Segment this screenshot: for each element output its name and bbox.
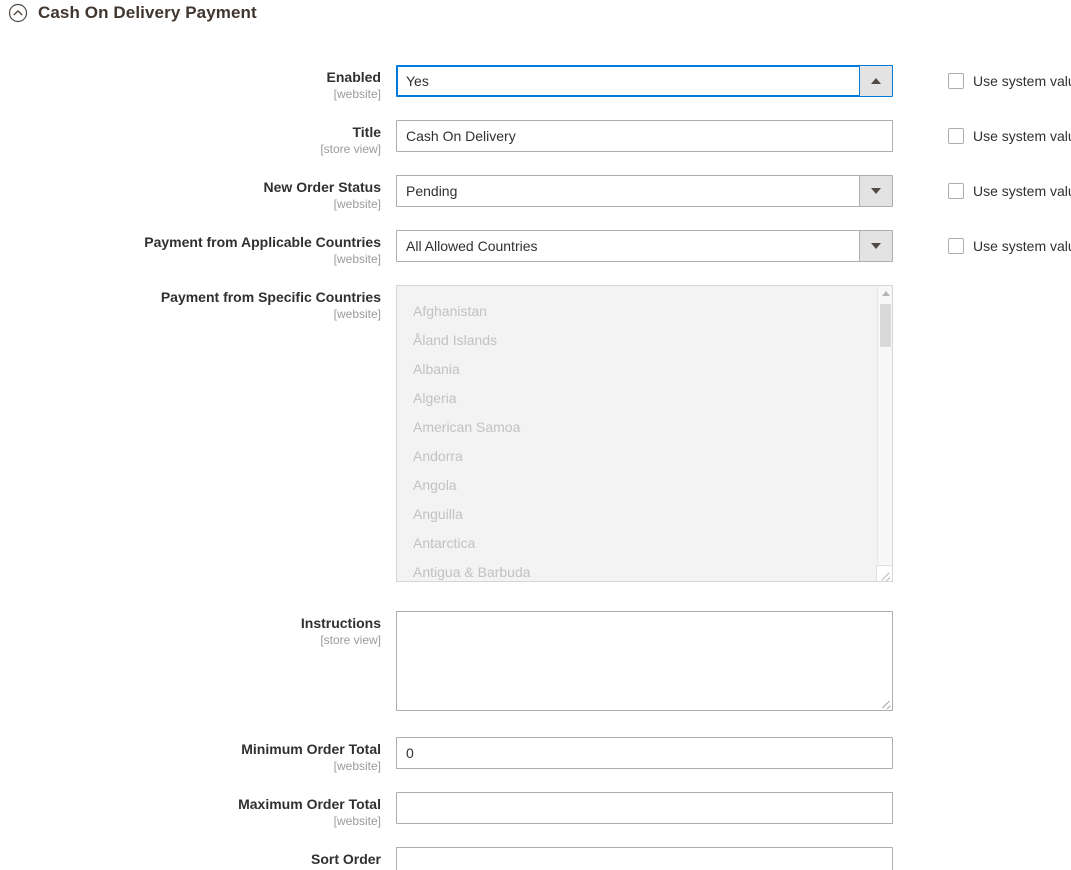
field-row-new-order-status: New Order Status [website] Pending [0,175,1071,212]
field-label-enabled: Enabled [website] [0,65,396,102]
field-row-applicable-countries: Payment from Applicable Countries [websi… [0,230,1071,267]
field-control-sort-order [396,847,893,870]
sort-order-input[interactable] [396,847,893,870]
specific-countries-multiselect[interactable]: Afghanistan Åland Islands Albania Algeria Am… [396,285,893,582]
field-control-enabled: Yes [396,65,893,97]
use-system-value-label: Use system value [973,73,1071,89]
field-label-sort-order: Sort Order [website] [0,847,396,870]
field-row-enabled: Enabled [website] Yes [0,65,1071,102]
use-system-value-label: Use system value [973,128,1071,144]
multiselect-option[interactable]: Åland Islands [397,326,879,355]
new-order-status-select-value: Pending [406,183,458,199]
use-system-value-enabled[interactable]: Use system value [948,73,1071,89]
scrollbar-up-arrow-icon[interactable] [878,286,892,301]
field-scope-text: [website] [333,87,381,101]
field-scope-text: [website] [333,252,381,266]
field-label-applicable-countries: Payment from Applicable Countries [websi… [0,230,396,267]
field-label-text: Title [352,124,381,140]
specific-countries-option-list: Afghanistan Åland Islands Albania Algeria Am… [397,286,879,581]
use-system-value-checkbox[interactable] [948,238,964,254]
scrollbar-thumb[interactable] [880,304,891,347]
field-scope-text: [website] [333,307,381,321]
field-label-text: Minimum Order Total [241,741,381,757]
field-control-maximum-order-total [396,792,893,824]
field-label-maximum-order-total: Maximum Order Total [website] [0,792,396,829]
chevron-down-icon [871,188,881,194]
use-system-value-checkbox[interactable] [948,183,964,199]
applicable-countries-select-value: All Allowed Countries [406,238,538,254]
use-system-value-applicable-countries[interactable]: Use system value [948,238,1071,254]
field-scope-text: [website] [333,759,381,773]
use-system-value-checkbox[interactable] [948,73,964,89]
field-row-instructions: Instructions [store view] [0,611,1071,711]
field-scope-text: [store view] [320,633,381,647]
new-order-status-select[interactable]: Pending [396,175,893,207]
field-label-specific-countries: Payment from Specific Countries [website… [0,285,396,322]
field-control-specific-countries: Afghanistan Åland Islands Albania Algeria Am… [396,285,893,582]
multiselect-option[interactable]: Antigua & Barbuda [397,558,879,581]
enabled-select-toggle[interactable] [859,66,892,96]
multiselect-option[interactable]: Andorra [397,442,879,471]
field-control-new-order-status: Pending [396,175,893,207]
multiselect-option[interactable]: Afghanistan [397,297,879,326]
applicable-countries-select-toggle[interactable] [859,231,892,261]
field-label-instructions: Instructions [store view] [0,611,396,648]
field-row-specific-countries: Payment from Specific Countries [website… [0,285,1071,582]
cash-on-delivery-payment-config-page: Cash On Delivery Payment Enabled [websit… [0,0,1071,870]
multiselect-option[interactable]: Anguilla [397,500,879,529]
title-input[interactable] [396,120,893,152]
maximum-order-total-input[interactable] [396,792,893,824]
field-control-applicable-countries: All Allowed Countries [396,230,893,262]
multiselect-option[interactable]: Angola [397,471,879,500]
use-system-value-title[interactable]: Use system value [948,128,1071,144]
enabled-select[interactable]: Yes [396,65,893,97]
use-system-value-label: Use system value [973,238,1071,254]
field-control-minimum-order-total [396,737,893,769]
field-label-text: Maximum Order Total [238,796,381,812]
field-label-text: Instructions [300,615,381,631]
field-label-text: Sort Order [310,851,381,867]
multiselect-option[interactable]: Albania [397,355,879,384]
use-system-value-new-order-status[interactable]: Use system value [948,183,1071,199]
field-label-text: Payment from Specific Countries [160,289,381,305]
field-label-minimum-order-total: Minimum Order Total [website] [0,737,396,774]
field-label-new-order-status: New Order Status [website] [0,175,396,212]
field-control-title [396,120,893,152]
multiselect-option[interactable]: Antarctica [397,529,879,558]
use-system-value-checkbox[interactable] [948,128,964,144]
field-label-title: Title [store view] [0,120,396,157]
field-scope-text: [store view] [320,142,381,156]
applicable-countries-select[interactable]: All Allowed Countries [396,230,893,262]
chevron-up-icon [871,78,881,84]
field-row-sort-order: Sort Order [website] [0,847,1071,870]
field-row-maximum-order-total: Maximum Order Total [website] [0,792,1071,829]
field-control-instructions [396,611,893,711]
enabled-select-value: Yes [406,73,429,89]
field-label-text: New Order Status [263,179,381,195]
instructions-textarea-wrap [396,611,893,711]
multiselect-scrollbar[interactable] [877,286,892,581]
page-title: Cash On Delivery Payment [38,3,257,22]
section-header[interactable]: Cash On Delivery Payment [0,0,1071,26]
minimum-order-total-input[interactable] [396,737,893,769]
field-scope-text: [website] [333,197,381,211]
multiselect-option[interactable]: American Samoa [397,413,879,442]
new-order-status-select-toggle[interactable] [859,176,892,206]
instructions-textarea[interactable] [397,612,892,710]
field-label-text: Payment from Applicable Countries [144,234,381,250]
use-system-value-label: Use system value [973,183,1071,199]
field-row-minimum-order-total: Minimum Order Total [website] [0,737,1071,774]
multiselect-option[interactable]: Algeria [397,384,879,413]
chevron-up-circle-icon[interactable] [8,3,28,23]
field-row-title: Title [store view] [0,120,1071,157]
field-scope-text: [website] [333,814,381,828]
multiselect-resize-handle[interactable] [876,565,892,581]
field-label-text: Enabled [326,69,381,85]
chevron-down-icon [871,243,881,249]
